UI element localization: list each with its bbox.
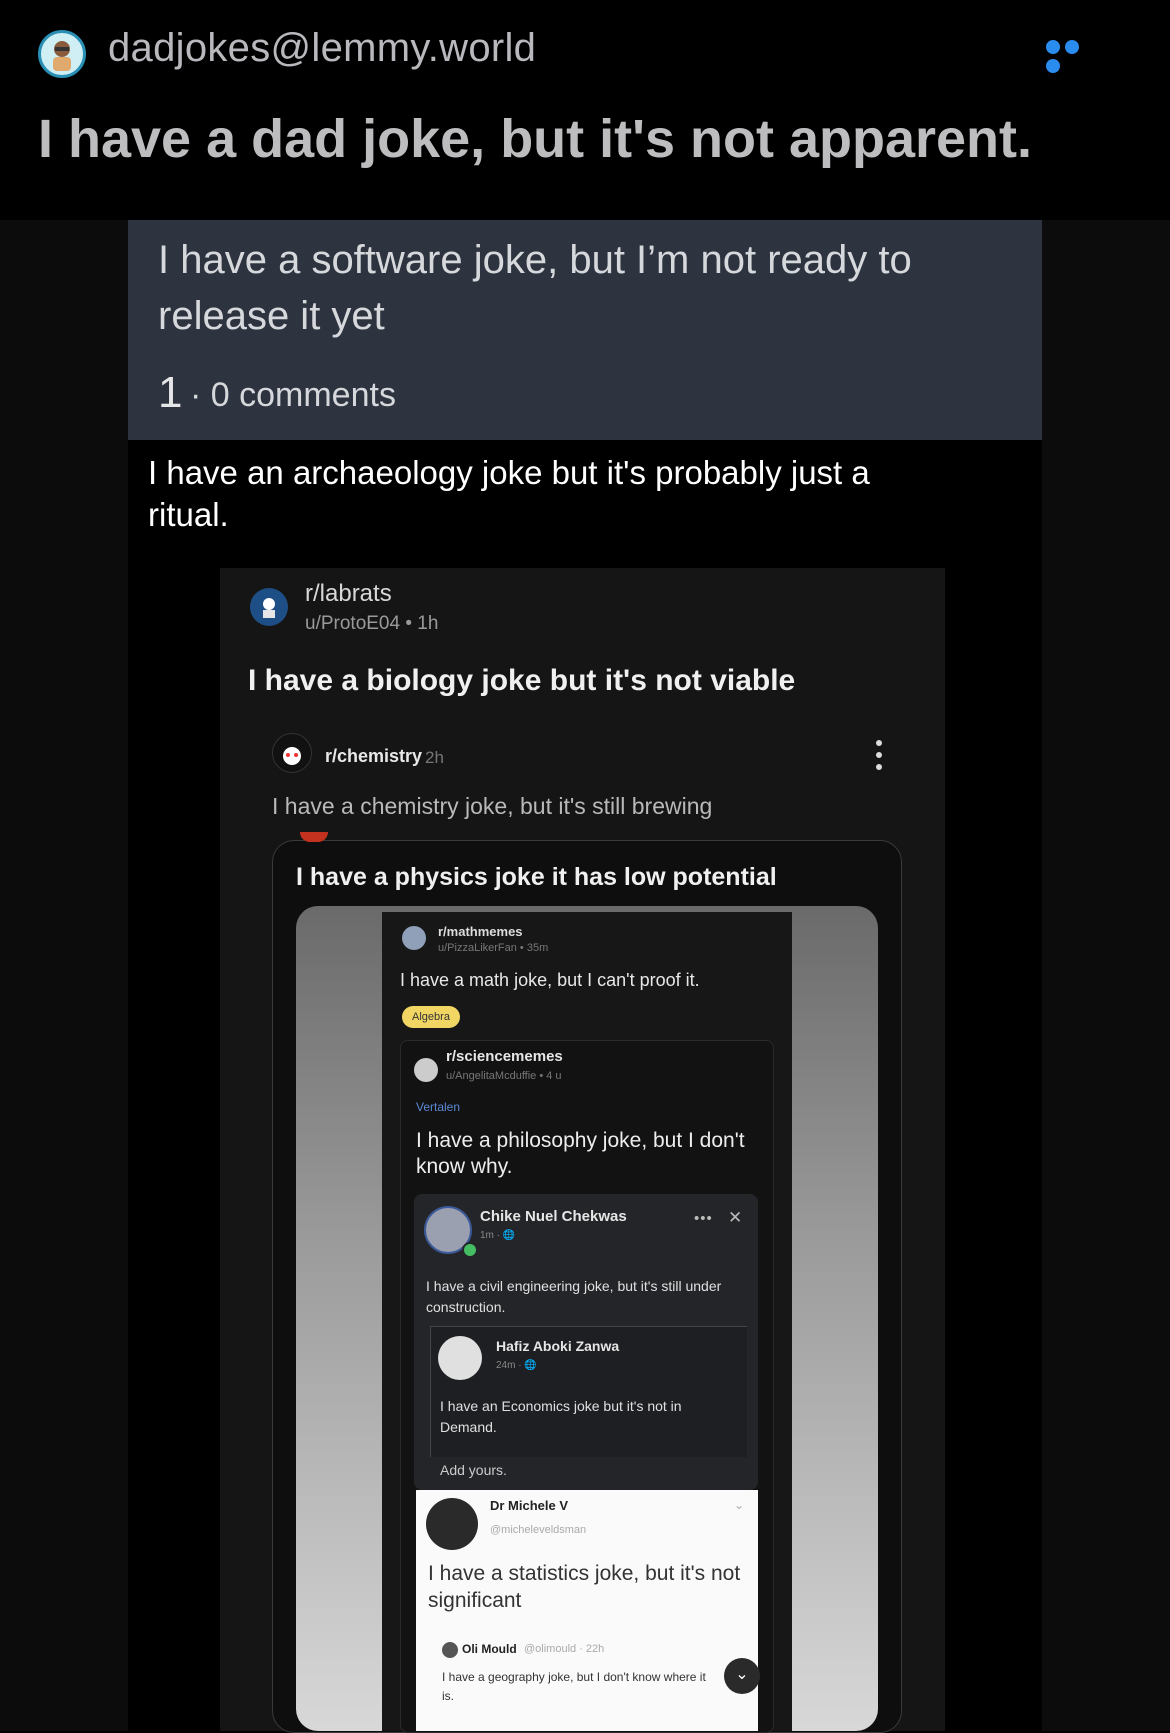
ellipsis-icon: ••• <box>694 1210 713 1227</box>
labrats-avatar <box>250 588 288 626</box>
tweet-reply-meta: @olimould · 22h <box>524 1643 605 1655</box>
scroll-down-icon: ⌄ <box>724 1658 760 1694</box>
comment-count: · 0 comments <box>190 376 396 414</box>
chevron-down-icon: ⌄ <box>734 1498 745 1512</box>
mathmemes-avatar <box>402 926 426 950</box>
software-joke-text: I have a software joke, but I’m not read… <box>158 238 912 338</box>
chemistry-time: 2h <box>425 748 444 767</box>
flair-badge: Algebra <box>402 1006 460 1028</box>
add-yours-text: Add yours. <box>440 1462 507 1478</box>
facebook-reply-name: Hafiz Aboki Zanwa <box>496 1338 620 1354</box>
statistics-joke-text: I have a statistics joke, but it's not s… <box>428 1562 741 1612</box>
community-avatar[interactable] <box>38 30 86 78</box>
close-icon: ✕ <box>728 1208 743 1227</box>
chemistry-avatar <box>272 733 312 773</box>
tweet-avatar <box>426 1498 478 1550</box>
math-joke-text: I have a math joke, but I can't proof it… <box>400 970 700 990</box>
tweet-reply-name: Oli Mould <box>462 1642 517 1656</box>
tweet-name: Dr Michele V <box>490 1498 569 1513</box>
tweet-handle: @micheleveldsman <box>490 1524 587 1536</box>
translate-link: Vertalen <box>416 1100 461 1114</box>
labrats-subreddit: r/labrats <box>305 580 392 607</box>
tweet-reply-avatar <box>442 1642 458 1658</box>
chemistry-joke-text: I have a chemistry joke, but it's still … <box>272 793 713 819</box>
chemistry-subreddit: r/chemistry <box>325 746 423 766</box>
facebook-name: Chike Nuel Chekwas <box>480 1208 627 1225</box>
archaeology-joke-text: I have an archaeology joke but it's prob… <box>148 454 870 533</box>
mathmemes-subreddit: r/mathmemes <box>438 924 523 939</box>
mathmemes-user: u/PizzaLikerFan • 35m <box>438 942 549 954</box>
kebab-menu-icon <box>876 740 884 774</box>
physics-joke-title: I have a physics joke it has low potenti… <box>296 863 777 891</box>
post-title: I have a dad joke, but it's not apparent… <box>38 109 1033 169</box>
philosophy-joke-text: I have a philosophy joke, but I don't kn… <box>416 1129 745 1178</box>
facebook-reply-meta: 24m · 🌐 <box>496 1360 537 1371</box>
sciencememes-subreddit: r/sciencememes <box>446 1048 563 1065</box>
civil-engineering-joke-text: I have a civil engineering joke, but it'… <box>426 1278 722 1315</box>
facebook-meta: 1m · 🌐 <box>480 1230 516 1241</box>
biology-joke-title: I have a biology joke but it's not viabl… <box>248 664 796 697</box>
geography-joke-text: I have a geography joke, but I don't kno… <box>442 1670 706 1703</box>
economics-joke-text: I have an Economics joke but it's not in… <box>440 1398 682 1435</box>
online-status-icon <box>462 1242 478 1258</box>
labrats-user: u/ProtoE04 • 1h <box>305 613 439 634</box>
score: 1 <box>158 368 183 417</box>
sciencememes-avatar <box>414 1058 438 1082</box>
ellipsis-icon[interactable] <box>1046 40 1102 73</box>
dadjokes-logo-icon <box>53 41 71 71</box>
community-name[interactable]: dadjokes@lemmy.world <box>108 26 536 71</box>
facebook-reply-avatar <box>438 1336 482 1380</box>
sciencememes-user: u/AngelitaMcduffie • 4 u <box>446 1070 562 1082</box>
